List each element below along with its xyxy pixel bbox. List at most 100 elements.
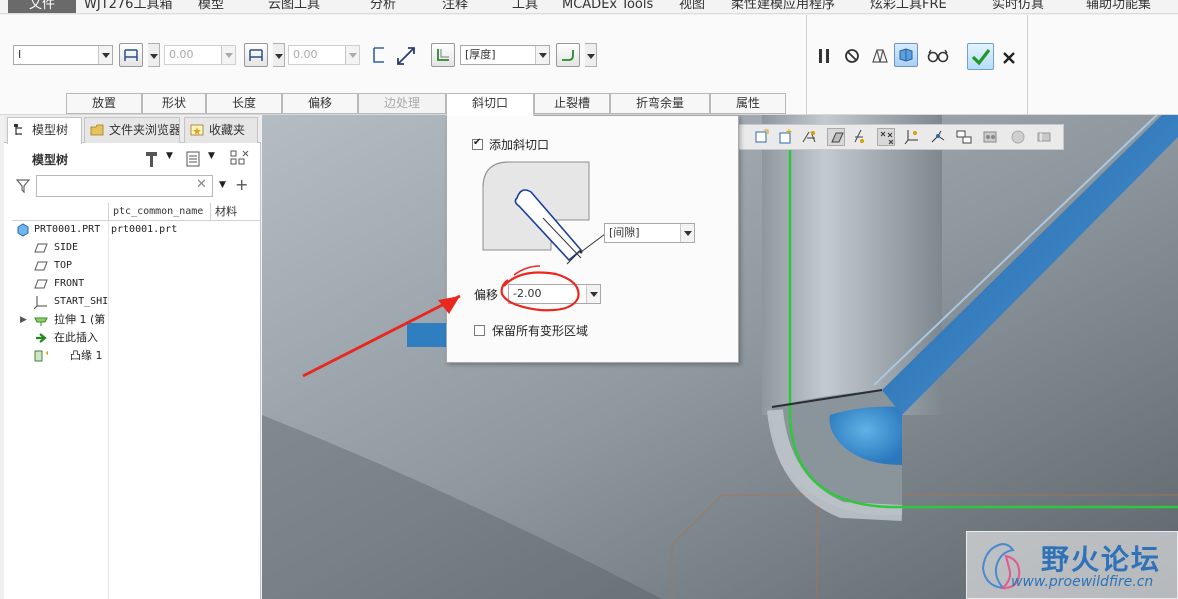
menu-file[interactable]: 文件 bbox=[8, 0, 77, 13]
menu-color-tools[interactable]: 炫彩工具FRE bbox=[870, 0, 947, 13]
model-tree-icon bbox=[14, 124, 22, 135]
folder-icon bbox=[90, 124, 104, 136]
datum-display-icon[interactable] bbox=[801, 128, 819, 146]
length-type-icon bbox=[124, 49, 138, 61]
tree-filter-options-icon[interactable] bbox=[228, 148, 250, 170]
bend-radius-button[interactable] bbox=[556, 43, 580, 67]
point-display-icon[interactable] bbox=[877, 128, 895, 146]
search-options-arrow[interactable]: ▼ bbox=[219, 180, 226, 190]
tree-row-label: 在此插入 bbox=[54, 331, 98, 344]
menu-wjt276-toolbox[interactable]: WJT276工具箱 bbox=[84, 0, 172, 13]
zoom-in-icon[interactable] bbox=[777, 128, 795, 146]
datum-plane-icon bbox=[34, 261, 48, 271]
annotation-display-icon[interactable] bbox=[955, 128, 973, 146]
tab-favorites[interactable]: 收藏夹 bbox=[184, 117, 258, 143]
tab-folder-browser[interactable]: 文件夹浏览器 bbox=[84, 117, 180, 143]
length2-value: 0.00 bbox=[293, 48, 318, 61]
tab-properties[interactable]: 属性 bbox=[710, 93, 786, 114]
menu-mcadex-tools[interactable]: MCADEx Tools bbox=[562, 0, 653, 13]
clear-search-icon[interactable]: ✕ bbox=[196, 177, 207, 192]
tree-row-label: START_SHI bbox=[54, 296, 109, 307]
tree-settings-icon[interactable] bbox=[142, 149, 162, 169]
flange-type-select[interactable]: I bbox=[13, 45, 113, 65]
gap-select[interactable]: [间隙] bbox=[604, 223, 695, 243]
menu-model[interactable]: 模型 bbox=[198, 0, 224, 13]
tree-columns-arrow[interactable]: ▼ bbox=[208, 151, 215, 161]
thickness-select[interactable]: [厚度] bbox=[460, 45, 550, 65]
column-material[interactable]: 材料 bbox=[210, 203, 261, 221]
add-miter-label: 添加斜切口 bbox=[489, 138, 550, 152]
tree-row-label: 拉伸 1 (第 bbox=[54, 313, 106, 326]
tab-offset[interactable]: 偏移 bbox=[282, 93, 358, 114]
spin-center-icon[interactable] bbox=[929, 128, 947, 146]
tab-placement[interactable]: 放置 bbox=[66, 93, 142, 114]
render-icon[interactable] bbox=[1009, 128, 1027, 146]
tab-model-tree[interactable]: 模型树 bbox=[7, 117, 82, 144]
detached-preview-button[interactable] bbox=[894, 43, 918, 67]
length-to-button[interactable] bbox=[244, 43, 268, 67]
flip-profile-icon[interactable] bbox=[370, 44, 394, 68]
keep-deformation-checkbox[interactable] bbox=[474, 325, 485, 336]
no-preview-icon[interactable] bbox=[840, 44, 864, 68]
flip-direction-icon[interactable] bbox=[394, 44, 418, 68]
saved-orientation-icon[interactable] bbox=[851, 128, 869, 146]
cancel-x-icon[interactable] bbox=[998, 46, 1022, 70]
tree-row-label: PRT0001.PRT bbox=[34, 224, 101, 235]
attached-preview-icon[interactable] bbox=[868, 44, 892, 68]
thickness-side-button[interactable] bbox=[431, 43, 455, 67]
filter-funnel-icon bbox=[15, 179, 31, 194]
menu-annotate[interactable]: 注释 bbox=[442, 0, 468, 13]
graphics-toolbar bbox=[732, 124, 1064, 150]
verify-glasses-icon[interactable] bbox=[926, 44, 950, 68]
column-common-name[interactable]: ptc_common_name bbox=[108, 203, 210, 221]
tab-model-tree-label: 模型树 bbox=[32, 123, 69, 137]
length-from-dropdown[interactable] bbox=[148, 43, 160, 67]
display-style-icon[interactable] bbox=[827, 128, 845, 146]
length-end-icon bbox=[249, 49, 263, 61]
tab-length[interactable]: 长度 bbox=[206, 93, 282, 114]
offset-label: 偏移 bbox=[474, 288, 499, 302]
length-from-button[interactable] bbox=[119, 43, 143, 67]
datum-plane-icon bbox=[34, 243, 48, 253]
tree-columns-icon[interactable] bbox=[184, 149, 202, 169]
miter-cut-diagram bbox=[482, 161, 606, 265]
menu-realtime-sim[interactable]: 实时仿真 bbox=[992, 0, 1044, 13]
section-icon[interactable] bbox=[1035, 128, 1053, 146]
menu-view[interactable]: 视图 bbox=[679, 0, 705, 13]
navigator-panel: 模型树 文件夹浏览器 收藏夹 模型树 ▼ ▼ ✕ ▼ + ptc_common_… bbox=[4, 115, 261, 599]
ok-button[interactable] bbox=[967, 43, 994, 70]
tab-miter-cut[interactable]: 斜切口 bbox=[446, 93, 534, 116]
menu-analysis[interactable]: 分析 bbox=[370, 0, 396, 13]
length1-input[interactable]: 0.00 bbox=[164, 45, 236, 65]
length2-input[interactable]: 0.00 bbox=[288, 45, 360, 65]
navigator-tabs: 模型树 文件夹浏览器 收藏夹 bbox=[4, 115, 261, 144]
miter-cut-panel: 添加斜切口 [间隙] 偏移 -2.00 保留所有变形区域 bbox=[446, 115, 739, 363]
tree-search-input[interactable] bbox=[36, 175, 213, 197]
tab-shape[interactable]: 形状 bbox=[142, 93, 206, 114]
tree-settings-arrow[interactable]: ▼ bbox=[166, 151, 173, 161]
menu-tools[interactable]: 工具 bbox=[512, 0, 538, 13]
offset-value: -2.00 bbox=[513, 287, 542, 300]
refit-icon[interactable] bbox=[753, 128, 771, 146]
tab-edge-treatment[interactable]: 边处理 bbox=[358, 93, 446, 114]
length1-value: 0.00 bbox=[169, 48, 194, 61]
menu-cloud-tools[interactable]: 云图工具 bbox=[268, 0, 320, 13]
tab-relief[interactable]: 止裂槽 bbox=[534, 93, 610, 114]
add-filter-icon[interactable]: + bbox=[235, 175, 248, 194]
menu-aux-functions[interactable]: 辅助功能集 bbox=[1086, 0, 1151, 13]
csys-display-icon[interactable] bbox=[903, 128, 921, 146]
tree-column-header: ptc_common_name 材料 bbox=[12, 203, 261, 221]
appearance-icon[interactable] bbox=[981, 128, 999, 146]
tree-row-label: TOP bbox=[54, 260, 73, 271]
pause-icon[interactable] bbox=[812, 44, 836, 68]
menu-flexible-modeling[interactable]: 柔性建模应用程序 bbox=[731, 0, 835, 13]
tab-bend-allowance[interactable]: 折弯余量 bbox=[610, 93, 710, 114]
offset-input[interactable]: -2.00 bbox=[508, 284, 601, 304]
tree-row-label: FRONT bbox=[54, 278, 85, 289]
bend-radius-dropdown[interactable] bbox=[585, 43, 597, 67]
detached-preview-icon bbox=[899, 48, 913, 62]
length-to-dropdown[interactable] bbox=[273, 43, 285, 67]
expand-arrow-icon[interactable]: ▶ bbox=[20, 311, 27, 329]
add-miter-checkbox[interactable] bbox=[472, 137, 483, 150]
tree-row-label: SIDE bbox=[54, 242, 79, 253]
